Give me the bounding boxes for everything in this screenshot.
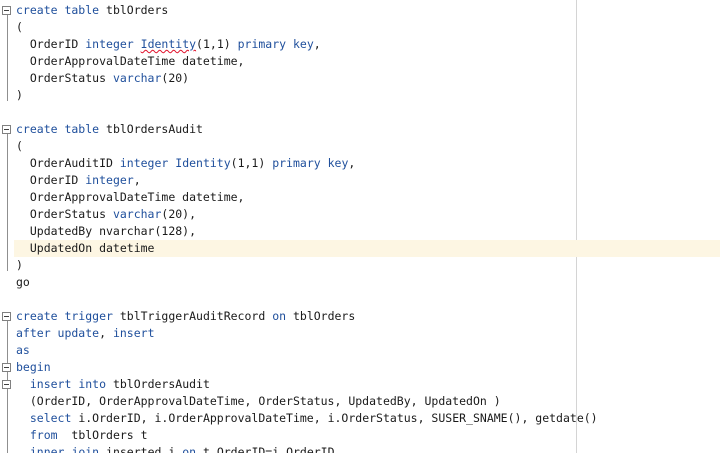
code-text: go: [16, 275, 30, 289]
keyword: select: [29, 411, 72, 425]
identifier: tblOrders: [286, 309, 356, 323]
keyword: after update: [16, 326, 100, 340]
keyword: on: [272, 309, 287, 323]
code-line[interactable]: create table tblOrders: [16, 2, 720, 19]
code-line[interactable]: OrderApprovalDateTime datetime,: [16, 189, 720, 206]
fold-collapse-icon[interactable]: [2, 380, 11, 389]
keyword: integer: [85, 37, 134, 51]
code-line[interactable]: begin: [16, 359, 720, 376]
code-text: (20),: [161, 207, 197, 221]
identifier: OrderStatus: [16, 207, 113, 221]
code-text: inserted i: [99, 445, 183, 453]
code-text: (OrderID, OrderApprovalDateTime, OrderSt…: [16, 394, 501, 408]
identifier: tblOrdersAudit: [99, 122, 203, 136]
code-line[interactable]: inner join inserted i on t.OrderID=i.Ord…: [16, 444, 720, 453]
fold-region-line: [7, 321, 8, 363]
identifier: OrderStatus: [16, 71, 113, 85]
code-line[interactable]: OrderAuditID integer Identity(1,1) prima…: [16, 155, 720, 172]
keyword: varchar: [112, 71, 162, 85]
keyword: integer: [85, 173, 134, 187]
code-line[interactable]: OrderStatus varchar(20),: [16, 206, 720, 223]
sql-code-editor[interactable]: create table tblOrders ( OrderID integer…: [0, 0, 720, 453]
punctuation: (: [16, 139, 23, 153]
code-line[interactable]: ): [16, 257, 720, 274]
fold-region-line: [7, 134, 8, 271]
code-line[interactable]: (OrderID, OrderApprovalDateTime, OrderSt…: [16, 393, 720, 410]
code-text: i.OrderID, i.OrderApprovalDateTime, i.Or…: [71, 411, 598, 425]
code-line[interactable]: (: [16, 138, 720, 155]
punctuation: ): [16, 258, 23, 272]
code-line[interactable]: after update, insert: [16, 325, 720, 342]
code-text: t.OrderID=i.OrderID: [196, 445, 335, 453]
punctuation: ,: [99, 326, 113, 340]
code-text: (1,1): [230, 156, 273, 170]
keyword: insert into: [29, 377, 107, 391]
identifier: OrderID: [16, 37, 86, 51]
fold-collapse-icon[interactable]: [2, 6, 11, 15]
code-line[interactable]: UpdatedBy nvarchar(128),: [16, 223, 720, 240]
fold-collapse-icon[interactable]: [2, 125, 11, 134]
keyword: inner join: [29, 445, 100, 453]
code-text: UpdatedOn datetime: [16, 241, 155, 255]
punctuation: ): [16, 88, 23, 102]
code-line[interactable]: OrderStatus varchar(20): [16, 70, 720, 87]
fold-collapse-icon[interactable]: [2, 363, 11, 372]
identifier: tblOrders: [99, 3, 169, 17]
code-line[interactable]: select i.OrderID, i.OrderApprovalDateTim…: [16, 410, 720, 427]
code-area[interactable]: create table tblOrders ( OrderID integer…: [14, 2, 720, 453]
code-text: UpdatedBy nvarchar(128),: [16, 224, 197, 238]
code-text: (1,1): [196, 37, 238, 51]
code-text: (20): [161, 71, 190, 85]
code-line[interactable]: (: [16, 19, 720, 36]
identifier: tblTriggerAuditRecord: [112, 309, 273, 323]
code-line[interactable]: as: [16, 342, 720, 359]
keyword: primary key: [272, 156, 349, 170]
keyword: integer: [119, 156, 169, 170]
current-code-line[interactable]: UpdatedOn datetime: [14, 240, 720, 257]
code-line[interactable]: create table tblOrdersAudit: [16, 121, 720, 138]
code-text: OrderApprovalDateTime datetime,: [16, 54, 245, 68]
code-line[interactable]: [16, 291, 720, 308]
fold-region-line: [7, 15, 8, 101]
function-name: Identity: [175, 156, 231, 170]
keyword: begin: [16, 360, 51, 374]
keyword: create table: [16, 122, 100, 136]
code-line[interactable]: [16, 104, 720, 121]
keyword: on: [182, 445, 197, 453]
code-text: tblOrders t: [57, 428, 148, 442]
keyword: insert: [112, 326, 155, 340]
punctuation: ,: [348, 156, 356, 170]
code-line[interactable]: insert into tblOrdersAudit: [16, 376, 720, 393]
code-line[interactable]: from tblOrders t: [16, 427, 720, 444]
keyword: varchar: [112, 207, 162, 221]
identifier: OrderID: [16, 173, 86, 187]
fold-collapse-icon[interactable]: [2, 312, 11, 321]
code-line[interactable]: ): [16, 87, 720, 104]
fold-region-line: [7, 389, 8, 453]
keyword: create table: [16, 3, 100, 17]
keyword: create trigger: [16, 309, 113, 323]
code-line[interactable]: OrderID integer,: [16, 172, 720, 189]
keyword: from: [29, 428, 58, 442]
keyword: as: [16, 343, 30, 357]
identifier: tblOrdersAudit: [106, 377, 210, 391]
code-line[interactable]: create trigger tblTriggerAuditRecord on …: [16, 308, 720, 325]
spell-error-identity: Identity: [140, 37, 197, 51]
punctuation: (: [16, 20, 23, 34]
code-text: OrderApprovalDateTime datetime,: [16, 190, 245, 204]
punctuation: ,: [313, 37, 321, 51]
punctuation: ,: [133, 173, 141, 187]
keyword: primary key: [237, 37, 314, 51]
fold-gutter: [0, 0, 12, 453]
identifier: OrderAuditID: [16, 156, 120, 170]
code-line[interactable]: OrderID integer Identity(1,1) primary ke…: [16, 36, 720, 53]
code-line[interactable]: OrderApprovalDateTime datetime,: [16, 53, 720, 70]
code-line[interactable]: go: [16, 274, 720, 291]
